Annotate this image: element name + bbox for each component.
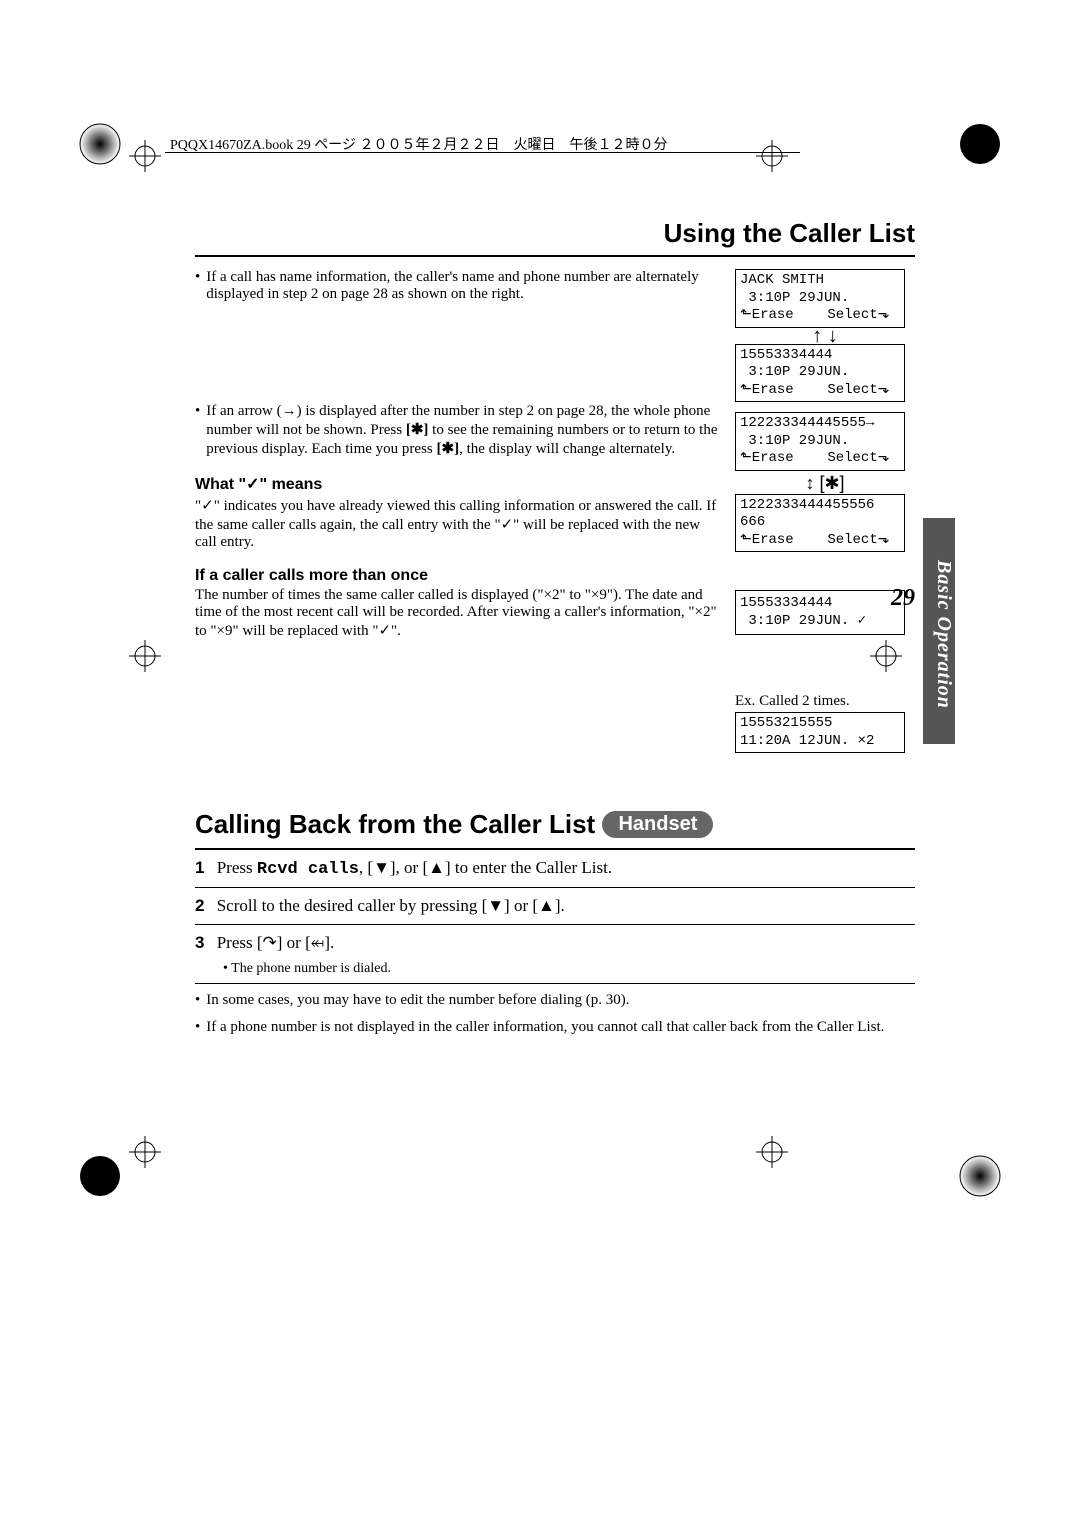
- step-number: 3: [195, 933, 204, 952]
- crosshair-icon: [756, 140, 800, 184]
- book-header: PQQX14670ZA.book 29 ページ ２００５年２月２２日 火曜日 午…: [170, 134, 668, 154]
- crosshair-icon: [756, 1136, 800, 1180]
- lcd-display: 15553334444 3:10P 29JUN. ✓: [735, 590, 905, 635]
- step-number: 2: [195, 896, 204, 915]
- header-rule: [165, 152, 800, 153]
- bullet-icon: •: [195, 992, 200, 1009]
- rule: [195, 983, 915, 984]
- rule: [195, 924, 915, 925]
- registration-mark-icon: [958, 1154, 1002, 1198]
- step-3-note: • The phone number is dialed.: [223, 961, 915, 977]
- lcd-display: 122233344445555→ 3:10P 29JUN. ⬑Erase Sel…: [735, 412, 905, 471]
- lcd-display: 15553215555 11:20A 12JUN. ×2: [735, 712, 905, 753]
- manual-page: PQQX14670ZA.book 29 ページ ２００５年２月２２日 火曜日 午…: [0, 0, 1080, 1528]
- bullet-2: • If an arrow (→) is displayed after the…: [195, 403, 719, 458]
- registration-mark-icon: [78, 122, 122, 166]
- crosshair-icon: [129, 140, 173, 184]
- updown-arrow-icon: ↑ ↓: [735, 330, 915, 342]
- title-rule: [195, 255, 915, 257]
- star-toggle-icon: ↕ [✱]: [735, 473, 915, 494]
- softkey-label: Rcvd calls: [257, 860, 359, 879]
- bullet-1: • If a call has name information, the ca…: [195, 269, 719, 303]
- bullet-icon: •: [195, 1019, 200, 1036]
- crosshair-icon: [129, 1136, 173, 1180]
- page-number: 29: [891, 585, 915, 612]
- bullet-icon: •: [195, 269, 200, 303]
- registration-mark-icon: [78, 1154, 122, 1198]
- lcd-display: 1222333444455556 666 ⬑Erase Select⬎: [735, 494, 905, 553]
- section-tab: Basic Operation: [923, 518, 955, 744]
- step-1: 1 Press Rcvd calls, [▼], or [▲] to enter…: [195, 858, 915, 879]
- rule: [195, 887, 915, 888]
- star-key: [✱]: [406, 422, 429, 438]
- step-2: 2 Scroll to the desired caller by pressi…: [195, 896, 915, 916]
- bullet-2-text: If an arrow (→) is displayed after the n…: [206, 403, 719, 458]
- rule: [195, 848, 915, 850]
- section-title-2: Calling Back from the Caller List Handse…: [195, 809, 915, 840]
- page-content: Using the Caller List • If a call has na…: [195, 218, 915, 1046]
- bullet-1-text: If a call has name information, the call…: [206, 269, 719, 303]
- subheading-repeat: If a caller calls more than once: [195, 567, 719, 585]
- star-key: [✱]: [437, 441, 460, 457]
- subheading-check: What "✓" means: [195, 474, 719, 494]
- lcd-column: JACK SMITH 3:10P 29JUN. ⬑Erase Select⬎ ↑…: [735, 269, 915, 755]
- lcd-display: 15553334444 3:10P 29JUN. ⬑Erase Select⬎: [735, 344, 905, 403]
- handset-badge: Handset: [602, 811, 713, 838]
- step-number: 1: [195, 858, 204, 877]
- check-paragraph: "✓" indicates you have already viewed th…: [195, 496, 719, 551]
- registration-mark-icon: [958, 122, 1002, 166]
- step-3: 3 Press [↷] or [⬶].: [195, 933, 915, 953]
- section-title: Using the Caller List: [195, 218, 915, 249]
- footnote-1: • In some cases, you may have to edit th…: [195, 992, 915, 1009]
- repeat-paragraph: The number of times the same caller call…: [195, 587, 719, 640]
- crosshair-icon: [129, 640, 173, 684]
- footnote-2: • If a phone number is not displayed in …: [195, 1019, 915, 1036]
- example-label: Ex. Called 2 times.: [735, 693, 915, 710]
- lcd-display: JACK SMITH 3:10P 29JUN. ⬑Erase Select⬎: [735, 269, 905, 328]
- bullet-icon: •: [195, 403, 200, 458]
